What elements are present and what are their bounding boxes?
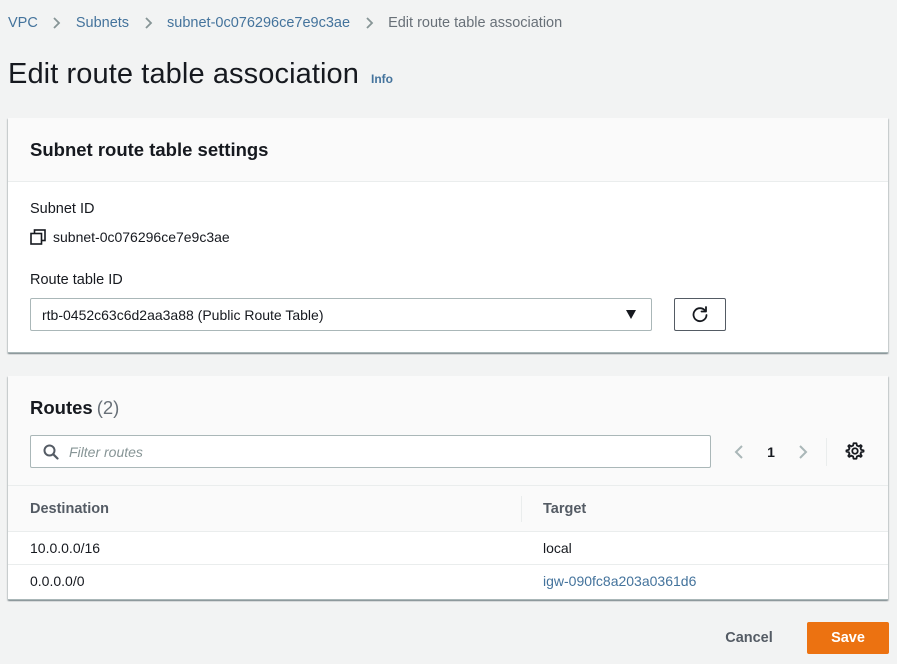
column-divider <box>521 496 522 522</box>
search-icon <box>43 444 59 460</box>
breadcrumb-subnets[interactable]: Subnets <box>76 15 129 31</box>
route-table-selected-value: rtb-0452c63c6d2aa3a88 (Public Route Tabl… <box>42 306 324 323</box>
chevron-right-icon[interactable] <box>796 438 810 466</box>
route-table-select[interactable]: rtb-0452c63c6d2aa3a88 (Public Route Tabl… <box>30 298 652 331</box>
caret-down-icon <box>626 310 636 319</box>
gear-icon[interactable] <box>844 440 866 462</box>
pagination-divider <box>826 438 827 466</box>
page-title: Edit route table association <box>8 58 360 90</box>
routes-panel: Routes(2) 1 <box>8 376 888 600</box>
routes-table-header: Destination Target <box>8 486 888 532</box>
breadcrumb: VPC Subnets subnet-0c076296ce7e9c3ae Edi… <box>8 13 562 33</box>
table-row: 10.0.0.0/16 local <box>8 532 888 565</box>
chevron-right-icon <box>129 16 167 30</box>
column-destination[interactable]: Destination <box>30 501 109 517</box>
table-row: 0.0.0.0/0 igw-090fc8a203a0361d6 <box>8 565 888 598</box>
chevron-right-icon <box>350 16 388 30</box>
route-table-id-label: Route table ID <box>30 272 123 288</box>
filter-routes-box[interactable] <box>30 435 711 468</box>
pagination: 1 <box>732 438 810 466</box>
filter-routes-input[interactable] <box>69 443 669 460</box>
settings-panel-header: Subnet route table settings <box>8 118 888 182</box>
routes-panel-header: Routes(2) 1 <box>8 376 888 486</box>
row-destination: 10.0.0.0/16 <box>30 540 101 556</box>
subnet-id-text: subnet-0c076296ce7e9c3ae <box>53 229 230 245</box>
page-header: Edit route table association Info <box>8 58 393 91</box>
subnet-id-value: subnet-0c076296ce7e9c3ae <box>30 229 230 245</box>
subnet-id-label: Subnet ID <box>30 201 95 217</box>
refresh-icon <box>692 305 708 322</box>
routes-title: Routes (2) <box>30 397 119 419</box>
chevron-right-icon <box>38 16 76 30</box>
row-target-link[interactable]: igw-090fc8a203a0361d6 <box>543 573 696 589</box>
settings-panel: Subnet route table settings Subnet ID su… <box>8 118 888 353</box>
breadcrumb-vpc[interactable]: VPC <box>8 15 38 31</box>
copy-icon[interactable] <box>30 229 46 245</box>
column-target[interactable]: Target <box>543 501 586 517</box>
refresh-button[interactable] <box>674 298 726 331</box>
row-destination: 0.0.0.0/0 <box>30 573 85 589</box>
settings-panel-title: Subnet route table settings <box>30 138 269 160</box>
chevron-left-icon[interactable] <box>732 438 746 466</box>
breadcrumb-current: Edit route table association <box>388 15 563 31</box>
info-link[interactable]: Info <box>371 72 393 86</box>
row-target: local <box>543 540 572 556</box>
save-button[interactable]: Save <box>807 622 889 654</box>
cancel-button[interactable]: Cancel <box>712 622 786 654</box>
page-number-1[interactable]: 1 <box>746 444 796 460</box>
breadcrumb-subnet-id[interactable]: subnet-0c076296ce7e9c3ae <box>167 15 350 31</box>
routes-count: (2) <box>96 397 120 418</box>
routes-title-text: Routes <box>30 397 93 418</box>
